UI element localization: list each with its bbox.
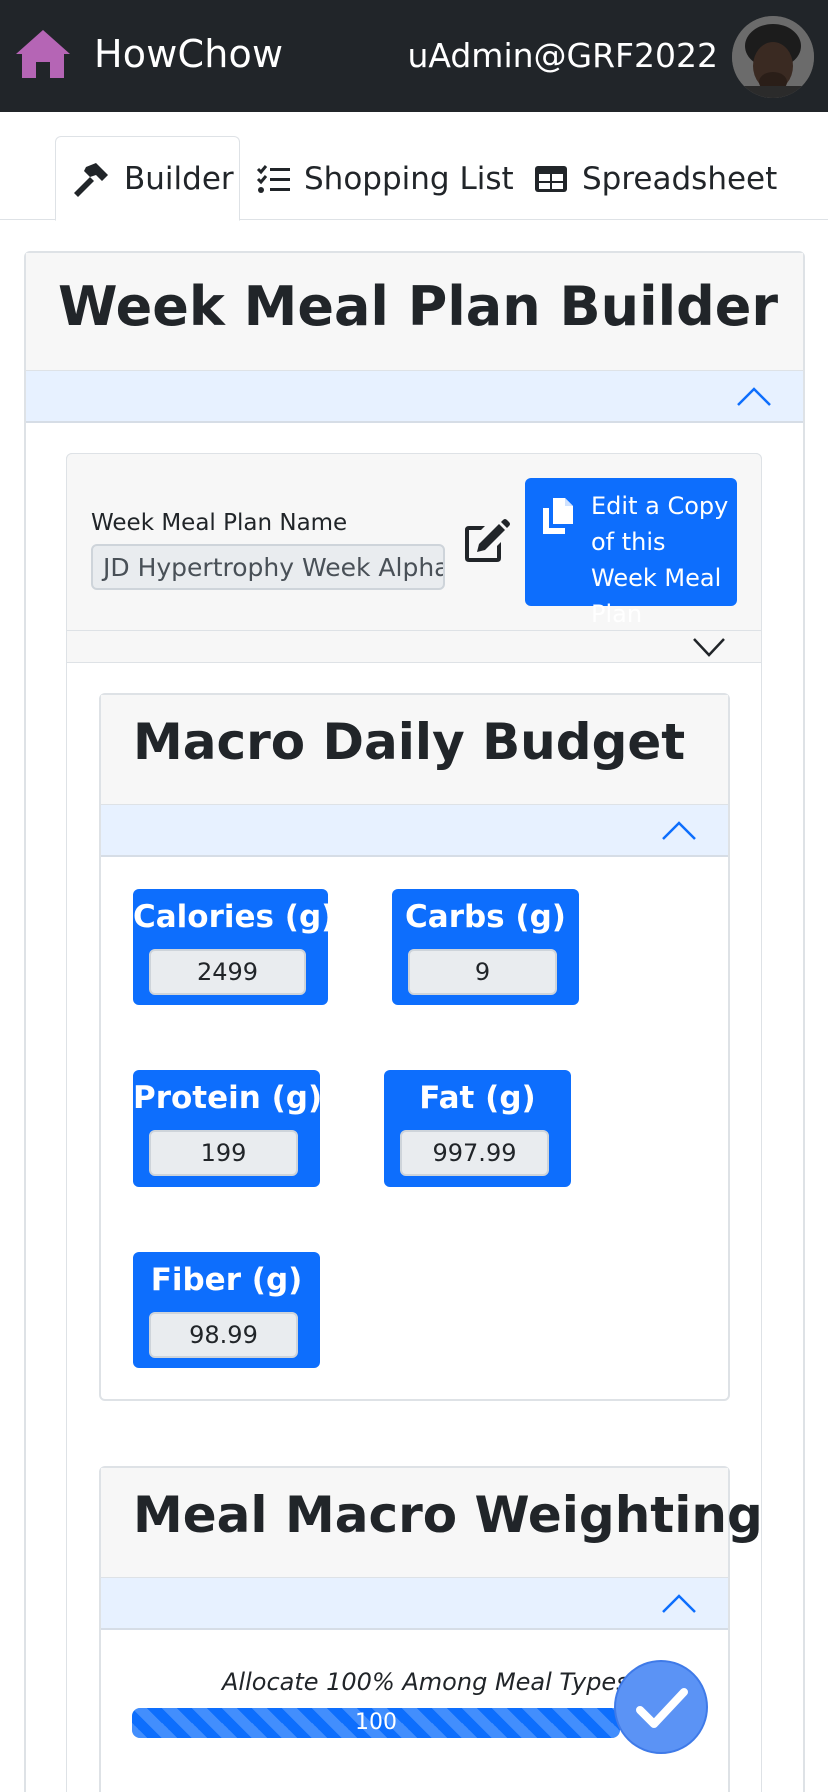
- fiber-input[interactable]: 98.99: [149, 1312, 298, 1358]
- table-icon: [535, 165, 567, 192]
- copy-icon: [543, 498, 573, 534]
- plan-name-input[interactable]: JD Hypertrophy Week Alpha F: [91, 544, 445, 590]
- carbs-label: Carbs (g): [405, 899, 566, 935]
- chevron-up-icon: [662, 1594, 696, 1613]
- fiber-label: Fiber (g): [150, 1262, 303, 1298]
- weighting-header: Meal Macro Weighting: [101, 1468, 763, 1578]
- chevron-up-icon: [737, 387, 771, 406]
- checklist-icon: [256, 164, 290, 193]
- fat-tile: Fat (g) 997.99: [384, 1070, 571, 1187]
- check-icon: [636, 1688, 688, 1728]
- edit-icon[interactable]: [459, 516, 511, 568]
- plan-collapse-toggle[interactable]: [66, 630, 762, 664]
- calories-input[interactable]: 2499: [149, 949, 306, 995]
- edit-copy-label: Edit a Copy of this Week Meal Plan: [591, 492, 729, 628]
- calories-tile: Calories (g) 2499: [133, 889, 336, 1005]
- tab-label: Builder: [124, 160, 234, 197]
- top-navbar: HowChow uAdmin@GRF2022: [0, 0, 828, 112]
- edit-copy-button[interactable]: Edit a Copy of this Week Meal Plan: [525, 478, 737, 628]
- protein-tile: Protein (g) 199: [133, 1070, 323, 1187]
- fat-label: Fat (g): [419, 1080, 536, 1116]
- tab-builder[interactable]: Builder: [55, 136, 240, 221]
- macro-budget-collapse-toggle[interactable]: [101, 805, 728, 857]
- home-icon[interactable]: [14, 28, 72, 80]
- app-brand[interactable]: HowChow: [94, 32, 283, 76]
- tab-label: Spreadsheet: [582, 160, 778, 197]
- confirm-button[interactable]: [614, 1660, 708, 1754]
- protein-label: Protein (g): [133, 1080, 323, 1116]
- protein-input[interactable]: 199: [149, 1130, 298, 1176]
- tab-label: Shopping List: [304, 160, 514, 197]
- tab-shopping-list[interactable]: Shopping List: [256, 136, 514, 221]
- user-name[interactable]: uAdmin@GRF2022: [407, 36, 718, 75]
- plan-name-label: Week Meal Plan Name: [91, 510, 348, 536]
- weighting-title: Meal Macro Weighting: [133, 1486, 763, 1544]
- builder-collapse-toggle[interactable]: [26, 371, 803, 423]
- tab-bar: Builder Shopping List Spreadsheet: [0, 112, 828, 221]
- macro-budget-title: Macro Daily Budget: [133, 713, 686, 771]
- avatar[interactable]: [732, 16, 814, 98]
- carbs-tile: Carbs (g) 9: [392, 889, 579, 1005]
- weighting-collapse-toggle[interactable]: [101, 1578, 728, 1630]
- fat-input[interactable]: 997.99: [400, 1130, 549, 1176]
- builder-card-header: Week Meal Plan Builder: [26, 253, 803, 371]
- fiber-tile: Fiber (g) 98.99: [133, 1252, 320, 1368]
- page-title: Week Meal Plan Builder: [58, 275, 779, 338]
- chevron-up-icon: [662, 821, 696, 840]
- carbs-input[interactable]: 9: [408, 949, 557, 995]
- progress-value: 100: [355, 1710, 397, 1735]
- tab-spreadsheet[interactable]: Spreadsheet: [534, 136, 777, 221]
- hammer-icon: [74, 162, 108, 197]
- allocation-progress: 100: [132, 1708, 620, 1738]
- calories-label: Calories (g): [133, 899, 336, 935]
- allocate-label: Allocate 100% Among Meal Types: [222, 1668, 629, 1696]
- chevron-down-icon: [693, 638, 725, 657]
- macro-budget-header: Macro Daily Budget: [101, 695, 728, 805]
